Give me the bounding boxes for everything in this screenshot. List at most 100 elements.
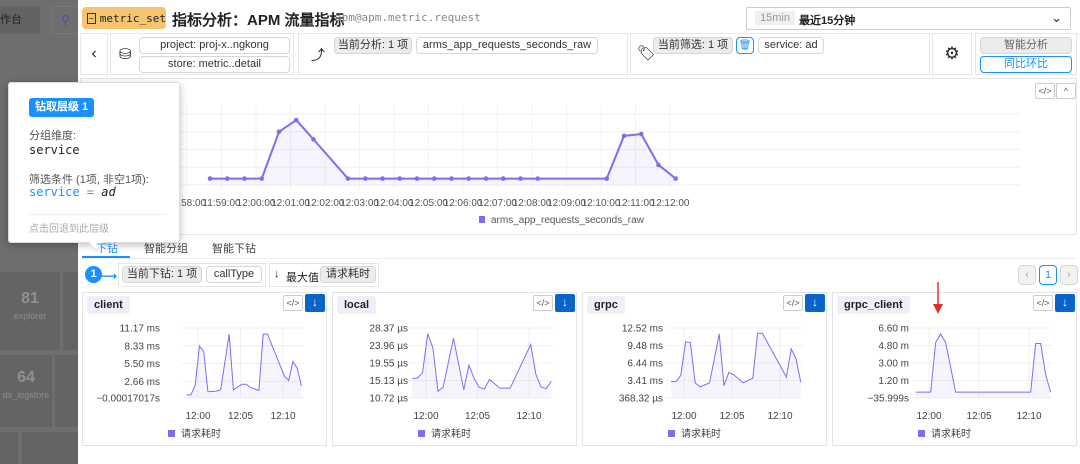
- sort-down-icon: ↓: [274, 268, 280, 280]
- analysis-metric-chip[interactable]: arms_app_requests_seconds_raw: [416, 37, 598, 54]
- tab-smart-group[interactable]: 智能分组: [144, 240, 188, 256]
- x-tick-label: 12:00: [671, 411, 696, 422]
- x-tick-label: 12:06:00: [444, 198, 483, 209]
- drill-count-chip[interactable]: 当前下钻: 1 项: [122, 266, 202, 283]
- back-button[interactable]: ‹: [80, 33, 108, 75]
- data-point: [311, 137, 316, 142]
- data-point: [638, 131, 644, 137]
- series-area: [186, 334, 302, 398]
- tile: [55, 355, 78, 427]
- store-chip[interactable]: store: metric..detail: [139, 56, 290, 73]
- trash-icon[interactable]: 🗑: [736, 37, 754, 54]
- x-tick-label: 12:00:00: [237, 198, 276, 209]
- yoy-button[interactable]: 同比环比: [980, 56, 1072, 73]
- page-subtitle: apm@apm.metric.request: [335, 11, 481, 24]
- x-tick-label: 12:00: [413, 411, 438, 422]
- y-tick-label: 28.37 µs: [369, 324, 408, 335]
- next-page-button[interactable]: ›: [1060, 265, 1078, 285]
- y-tick-label: 5.50 ms: [124, 359, 160, 370]
- data-point: [673, 176, 679, 181]
- code-icon[interactable]: </>: [783, 295, 803, 311]
- drill-down-arrow-icon[interactable]: ↓: [1055, 294, 1075, 312]
- time-range-picker[interactable]: 15min 最近15分钟 ⌄: [746, 7, 1071, 30]
- group-label: 分组维度:: [29, 130, 77, 142]
- chart-card-grpc: grpc 368.32 µs 3.41 ms 6.44 ms 9.48 ms 12.52 …: [582, 292, 827, 446]
- drill-down-arrow-icon[interactable]: ↓: [305, 294, 325, 312]
- page-1-button[interactable]: 1: [1039, 265, 1057, 285]
- code-icon[interactable]: </>: [533, 295, 553, 311]
- y-tick-label: 4.80 m: [878, 341, 909, 352]
- drill-down-arrow-icon[interactable]: ↓: [805, 294, 825, 312]
- group-value: service: [29, 143, 80, 157]
- smart-analysis-button[interactable]: 智能分析: [980, 37, 1072, 54]
- data-point: [466, 176, 472, 181]
- data-point: [483, 176, 489, 181]
- data-point: [242, 176, 247, 181]
- y-tick-label: 3.41 ms: [627, 376, 663, 387]
- database-icon: ⛁: [119, 46, 132, 63]
- y-tick-label: 2.66 ms: [124, 377, 160, 388]
- x-tick-label: 12:02:00: [306, 198, 345, 209]
- legend-swatch: [168, 430, 175, 437]
- legend-swatch: [479, 216, 485, 223]
- code-icon[interactable]: </>: [1033, 295, 1053, 311]
- x-tick-label: 12:07:00: [478, 198, 517, 209]
- revert-level-link[interactable]: 点击回退到此层级: [29, 220, 109, 235]
- y-tick-label: 8.33 ms: [124, 341, 160, 352]
- x-tick-label: 12:12:00: [651, 198, 690, 209]
- drill-dimension-chip[interactable]: callType: [206, 266, 262, 283]
- tab-drilldown[interactable]: 下钻: [96, 240, 118, 256]
- y-tick-label: 19.55 µs: [369, 358, 408, 369]
- y-tick-label: −35.999s: [868, 394, 909, 405]
- y-tick-label: 6.44 ms: [627, 359, 663, 370]
- tab-smart-drilldown[interactable]: 智能下钻: [212, 240, 256, 256]
- data-point: [535, 176, 541, 181]
- drill-level-badge: 钻取层级 1: [29, 98, 95, 117]
- search-icon: ⚲: [52, 6, 78, 34]
- data-point: [345, 176, 351, 181]
- x-tick-label: 12:05: [966, 411, 991, 422]
- filter-value-chip[interactable]: service: ad: [758, 37, 824, 54]
- y-tick-label: 6.60 m: [878, 324, 909, 335]
- chart-card-grpc-client: grpc_client −35.999s 1.20 m 3.00 m 4.80 m 6.6…: [832, 292, 1077, 446]
- data-point: [431, 176, 437, 181]
- mini-chart: −0.00017017s 2.66 ms 5.50 ms 8.33 ms 11.17 m…: [96, 324, 304, 440]
- data-point: [656, 162, 661, 168]
- code-icon[interactable]: </>: [283, 295, 303, 311]
- legend-label: arms_app_requests_seconds_raw: [491, 215, 645, 226]
- y-tick-label: −0.00017017s: [96, 394, 160, 405]
- drill-down-arrow-icon[interactable]: ↓: [555, 294, 575, 312]
- tile-explorer: 81 explorer: [0, 272, 60, 350]
- sort-metric-chip[interactable]: 请求耗时: [320, 266, 376, 283]
- time-range-short: 15min: [755, 11, 795, 25]
- data-point: [362, 176, 368, 181]
- x-tick-label: 12:05: [719, 411, 744, 422]
- tile-logstore: 64 ds_logstore: [0, 355, 52, 427]
- x-tick-label: 12:10: [270, 411, 295, 422]
- legend-swatch: [918, 430, 925, 437]
- prev-page-button[interactable]: ‹: [1018, 265, 1036, 285]
- chevron-left-icon: ‹: [91, 45, 97, 62]
- filter-count-chip[interactable]: 当前筛选: 1 项: [653, 37, 733, 54]
- data-point: [397, 176, 403, 181]
- chart-icon: ~: [87, 12, 96, 24]
- x-tick-label: 12:10:00: [582, 198, 621, 209]
- arrow-right-icon: ⟶: [100, 269, 118, 283]
- analysis-count-chip[interactable]: 当前分析: 1 项: [334, 37, 412, 54]
- gear-icon[interactable]: ⚙: [932, 33, 972, 75]
- filter-key: service: [29, 185, 80, 199]
- legend-label: 请求耗时: [431, 427, 471, 440]
- project-chip[interactable]: project: proj-x..ngkong: [139, 37, 290, 54]
- y-tick-label: 23.96 µs: [369, 341, 408, 352]
- legend-label: 请求耗时: [681, 427, 721, 440]
- y-tick-label: 1.20 m: [878, 376, 909, 387]
- chart-card-client: client −0.00017017s 2.66 ms 5.50 ms 8.33 ms 1…: [82, 292, 327, 446]
- x-tick-label: 12:11:00: [616, 198, 655, 209]
- filter-val: ad: [101, 185, 116, 199]
- tabs-divider: [80, 258, 1077, 259]
- data-point: [604, 176, 610, 181]
- x-tick-label: 12:05:00: [409, 198, 448, 209]
- background-tab: 作台: [0, 6, 40, 34]
- filter-op: =: [79, 185, 102, 199]
- y-tick-label: 9.48 ms: [627, 341, 663, 352]
